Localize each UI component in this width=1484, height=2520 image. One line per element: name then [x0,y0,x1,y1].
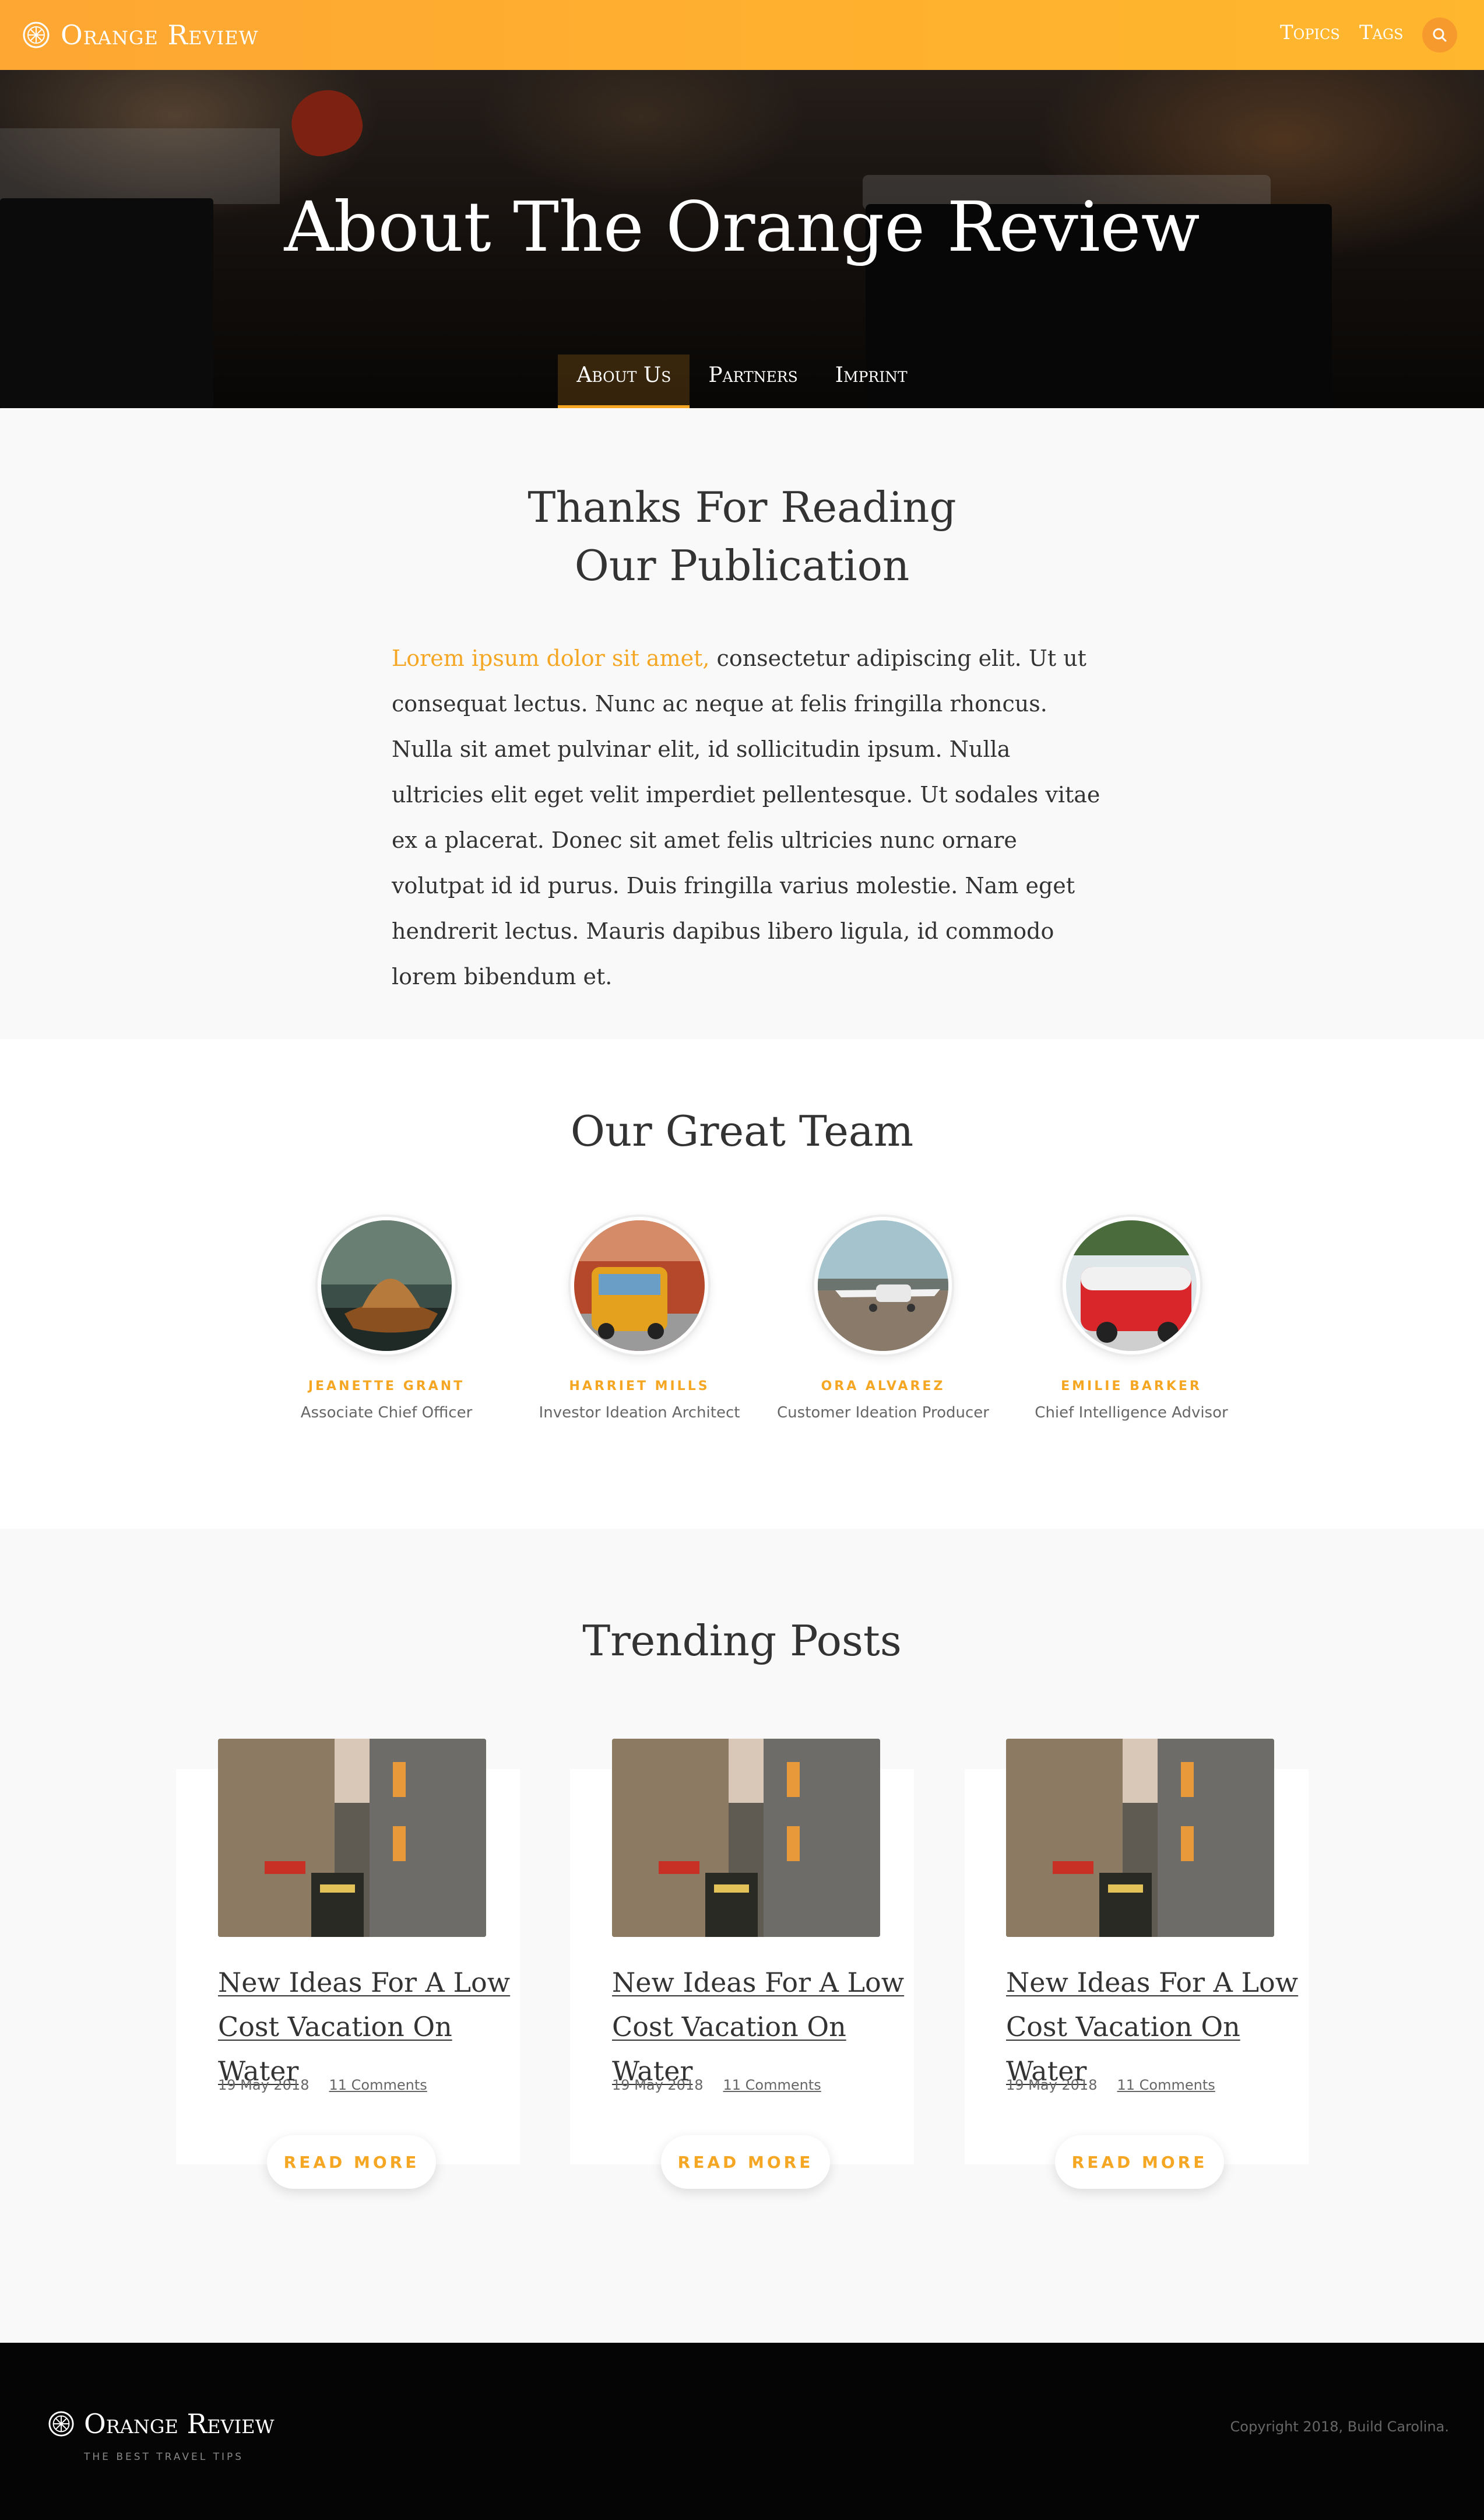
trending-section: Trending Posts New Ideas For A Low Cost … [0,1529,1484,2343]
post-comments-link[interactable]: 11 Comments [329,2077,427,2093]
member-role: Customer Ideation Producer [777,1404,989,1422]
team-section: Our Great Team Jeanette Grant Associate … [0,1039,1484,1529]
tab-partners[interactable]: Partners [690,355,816,408]
post-image[interactable] [1006,1739,1274,1937]
post-title-link[interactable]: New Ideas For A Low Cost Vacation On Wat… [1006,1960,1309,2093]
post-meta: 19 May 2018 11 Comments [1006,2077,1215,2093]
read-more-button[interactable]: Read More [1055,2135,1224,2189]
intro-title-line2: Our Publication [574,541,910,590]
footer-brand-name: Orange Review [84,2408,275,2440]
post-comments-link[interactable]: 11 Comments [723,2077,821,2093]
intro-title: Thanks For Reading Our Publication [0,478,1484,595]
avatar [1063,1217,1200,1354]
brand-name: Orange Review [61,19,259,51]
trending-title: Trending Posts [582,1616,902,1665]
site-footer: Orange Review The Best Travel Tips Copyr… [0,2343,1484,2520]
avatar [318,1217,455,1354]
team-member: Harriet Mills Investor Ideation Architec… [511,1217,768,1422]
page-title: About The Orange Review [284,187,1200,267]
footer-tagline: The Best Travel Tips [84,2451,244,2463]
post-meta: 19 May 2018 11 Comments [218,2077,427,2093]
post-date: 19 May 2018 [612,2077,704,2093]
intro-highlight: Lorem ipsum dolor sit amet, [392,645,710,671]
post-meta: 19 May 2018 11 Comments [612,2077,821,2093]
intro-title-line1: Thanks For Reading [528,483,956,532]
post-title-link[interactable]: New Ideas For A Low Cost Vacation On Wat… [218,1960,521,2093]
member-name: Harriet Mills [569,1379,710,1394]
member-role: Associate Chief Officer [300,1404,473,1422]
member-name: Emilie Barker [1061,1379,1202,1394]
search-button[interactable] [1422,17,1457,52]
post-image[interactable] [218,1739,486,1937]
footer-brand-link[interactable]: Orange Review [48,2408,274,2440]
member-role: Chief Intelligence Advisor [1035,1404,1228,1422]
avatar [571,1217,708,1354]
tab-imprint[interactable]: Imprint [817,355,926,408]
intro-section: Thanks For Reading Our Publication Lorem… [0,408,1484,1039]
post-title-link[interactable]: New Ideas For A Low Cost Vacation On Wat… [612,1960,915,2093]
tab-about-us[interactable]: About Us [558,355,690,408]
nav-link-topics[interactable]: Topics [1280,21,1340,44]
member-name: Ora Alvarez [821,1379,945,1394]
intro-body-text: consectetur adipiscing elit. Ut ut conse… [392,645,1100,989]
top-navbar: Orange Review Topics Tags [0,0,1484,70]
post-date: 19 May 2018 [218,2077,310,2093]
team-member: Emilie Barker Chief Intelligence Advisor [1003,1217,1260,1422]
orange-slice-icon [23,22,50,48]
hero-banner: About The Orange Review About Us Partner… [0,70,1484,408]
team-title: Our Great Team [570,1107,914,1156]
nav-link-tags[interactable]: Tags [1359,21,1404,44]
about-tabs: About Us Partners Imprint [0,355,1484,408]
member-role: Investor Ideation Architect [539,1404,740,1422]
member-name: Jeanette Grant [308,1379,465,1394]
read-more-button[interactable]: Read More [661,2135,830,2189]
post-comments-link[interactable]: 11 Comments [1117,2077,1215,2093]
brand-logo-link[interactable]: Orange Review [22,15,258,55]
avatar [814,1217,952,1354]
read-more-button[interactable]: Read More [267,2135,436,2189]
post-date: 19 May 2018 [1006,2077,1098,2093]
search-icon [1433,28,1447,42]
team-member: Ora Alvarez Customer Ideation Producer [755,1217,1011,1422]
intro-paragraph: Lorem ipsum dolor sit amet, consectetur … [392,636,1103,999]
post-image[interactable] [612,1739,880,1937]
copyright-text: Copyright 2018, Build Carolina. [1230,2419,1449,2435]
team-member: Jeanette Grant Associate Chief Officer [258,1217,515,1422]
orange-slice-icon [48,2411,74,2437]
